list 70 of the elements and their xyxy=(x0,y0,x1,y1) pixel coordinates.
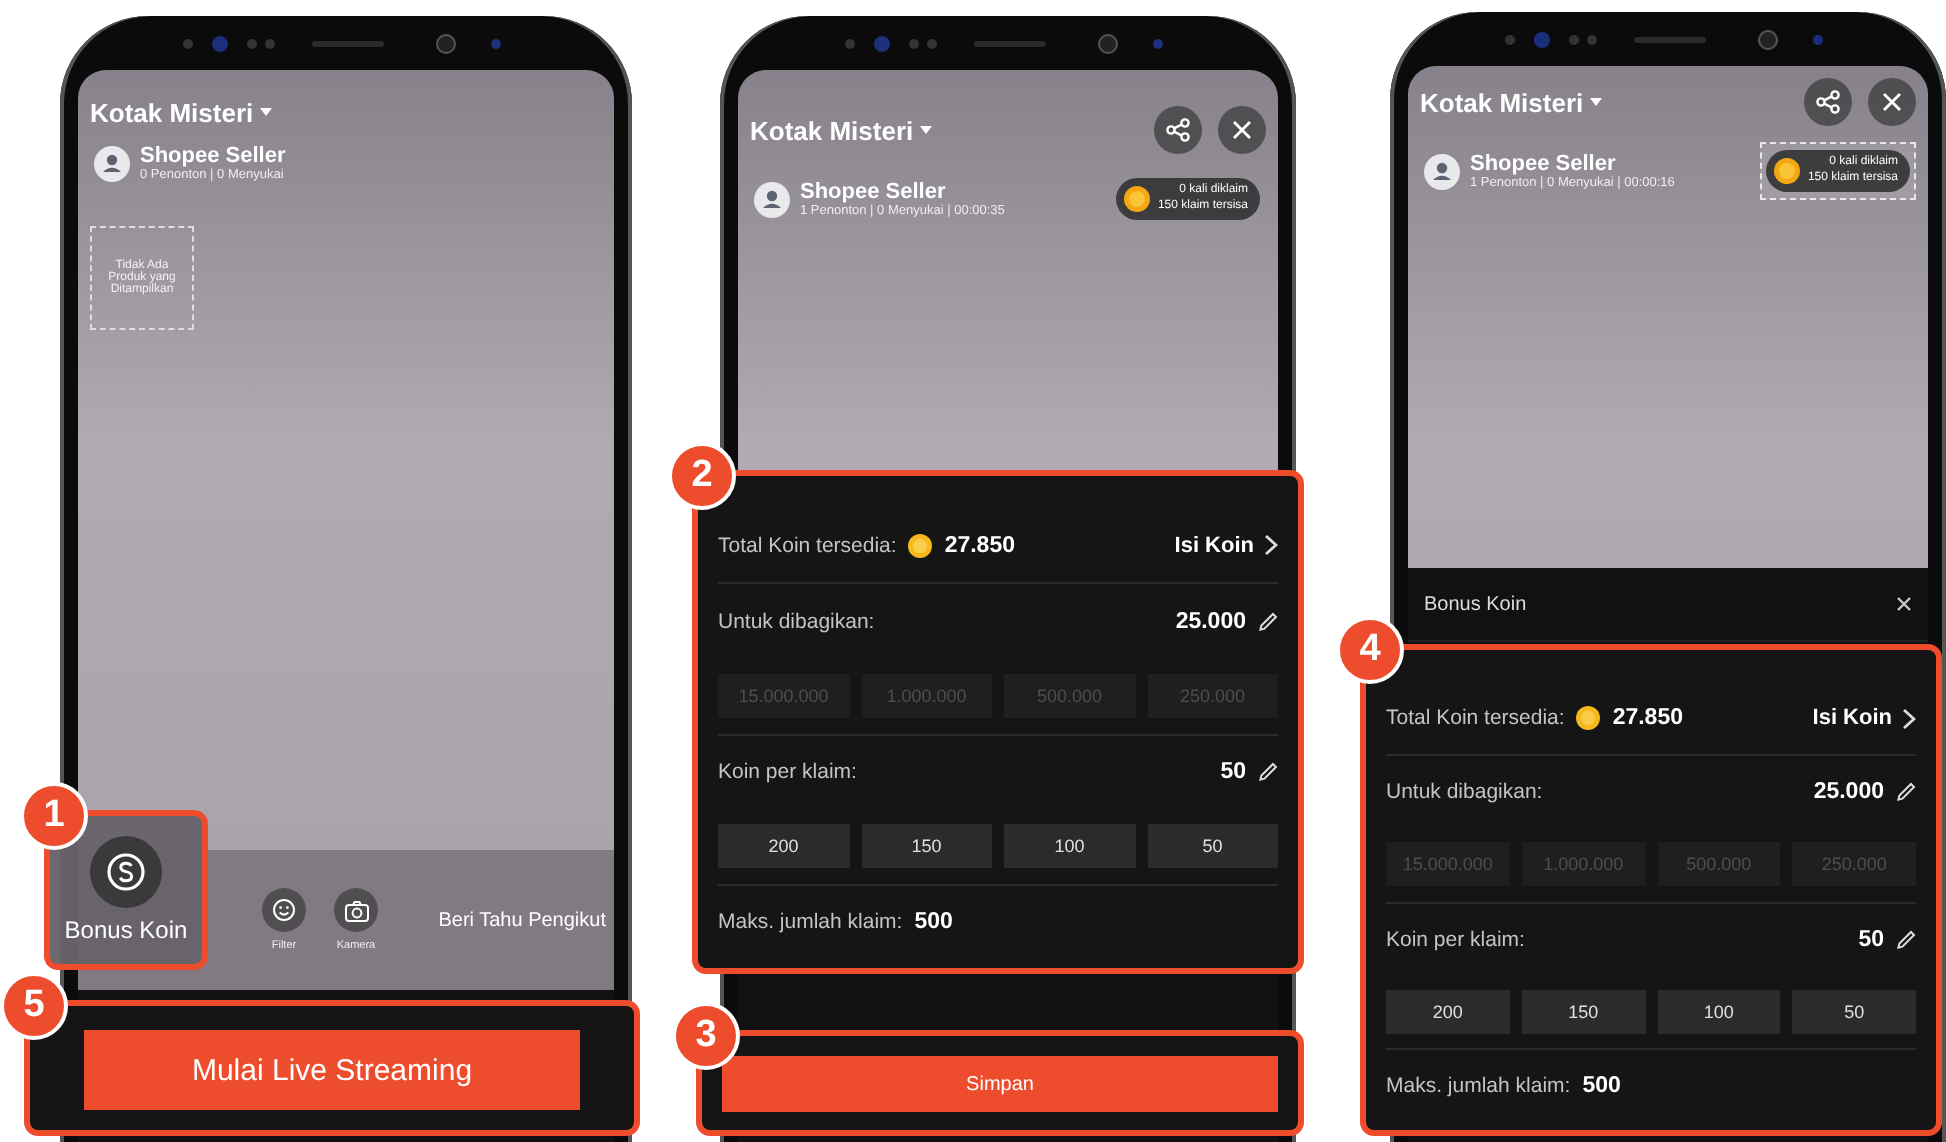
chevron-right-icon xyxy=(1264,534,1278,557)
top-up-coins-link[interactable]: Isi Koin xyxy=(1174,533,1278,558)
coin-icon xyxy=(1123,186,1150,212)
total-coins-value: 27.850 xyxy=(1612,706,1683,731)
face-icon xyxy=(272,898,296,922)
share-amount-label: Untuk dibagikan: xyxy=(718,609,875,634)
close-icon xyxy=(1896,596,1912,612)
pencil-icon xyxy=(1896,782,1916,803)
share-amount-value: 25.000 xyxy=(1813,780,1884,805)
coin-icon xyxy=(908,533,933,558)
coins-per-claim-value: 50 xyxy=(1858,927,1884,952)
amount-option[interactable]: 100 xyxy=(1657,989,1781,1034)
pencil-icon xyxy=(1258,762,1278,783)
total-coins-label: Total Koin tersedia: xyxy=(718,533,897,558)
share-icon xyxy=(1166,118,1190,142)
coin-icon xyxy=(1773,158,1800,184)
share-icon xyxy=(1816,90,1840,114)
avatar-icon xyxy=(94,145,130,181)
max-claims-label: Maks. jumlah klaim: xyxy=(718,910,903,935)
amount-option[interactable]: 100 xyxy=(1004,824,1135,869)
coin-icon xyxy=(1576,706,1601,731)
caret-icon xyxy=(259,108,272,118)
total-coins-value: 27.850 xyxy=(944,533,1015,558)
coins-per-claim-label: Koin per klaim: xyxy=(1386,927,1525,952)
close-icon xyxy=(1882,92,1902,112)
share-amount-value: 25.000 xyxy=(1175,609,1246,634)
chevron-right-icon xyxy=(1902,707,1916,730)
share-amount-label: Untuk dibagikan: xyxy=(1386,780,1543,805)
stream-title[interactable]: Kotak Misteri xyxy=(750,115,914,145)
coins-per-claim-value: 50 xyxy=(1220,760,1246,785)
caret-icon xyxy=(1589,97,1602,107)
step-number-badge: 3 xyxy=(672,1002,740,1070)
amount-option[interactable]: 200 xyxy=(1386,989,1510,1034)
pencil-icon xyxy=(1258,611,1278,632)
share-button[interactable] xyxy=(1804,78,1852,126)
seller-name: Shopee Seller xyxy=(140,144,286,168)
step-number-badge: 4 xyxy=(1336,616,1404,684)
amount-option[interactable]: 50 xyxy=(1792,989,1916,1034)
amount-option[interactable]: 200 xyxy=(718,824,849,869)
avatar-icon xyxy=(1424,153,1460,189)
coins-per-claim-label: Koin per klaim: xyxy=(718,760,857,785)
notify-followers-button[interactable]: Beri Tahu Pengikut xyxy=(438,909,606,931)
step-number-badge: 5 xyxy=(0,972,68,1040)
save-button[interactable]: Simpan xyxy=(722,1056,1278,1112)
amount-option[interactable]: 150 xyxy=(1521,989,1645,1034)
total-coins-label: Total Koin tersedia: xyxy=(1386,706,1565,731)
seller-name: Shopee Seller xyxy=(1470,152,1618,176)
amount-option[interactable]: 50 xyxy=(1147,824,1278,869)
seller-name: Shopee Seller xyxy=(800,180,948,204)
close-sheet-button[interactable] xyxy=(1896,596,1912,612)
close-button[interactable] xyxy=(1868,78,1916,126)
coin-outline-icon xyxy=(106,852,146,892)
avatar-icon xyxy=(754,181,790,217)
step-number-badge: 2 xyxy=(668,442,736,510)
start-live-button[interactable]: Mulai Live Streaming xyxy=(84,1030,580,1110)
pencil-icon xyxy=(1896,929,1916,950)
max-claims-label: Maks. jumlah klaim: xyxy=(1386,1073,1571,1098)
close-icon xyxy=(1232,120,1252,140)
max-claims-value: 500 xyxy=(914,910,953,935)
caret-icon xyxy=(919,125,932,135)
top-up-coins-link[interactable]: Isi Koin xyxy=(1812,706,1916,731)
amount-option[interactable]: 150 xyxy=(861,824,992,869)
max-claims-value: 500 xyxy=(1582,1073,1621,1098)
stream-title[interactable]: Kotak Misteri xyxy=(90,98,254,128)
stream-title[interactable]: Kotak Misteri xyxy=(1420,87,1584,117)
step-number-badge: 1 xyxy=(20,782,88,850)
share-button[interactable] xyxy=(1154,106,1202,154)
sheet-title: Bonus Koin xyxy=(1424,593,1527,615)
camera-icon xyxy=(343,899,369,921)
close-button[interactable] xyxy=(1218,106,1266,154)
